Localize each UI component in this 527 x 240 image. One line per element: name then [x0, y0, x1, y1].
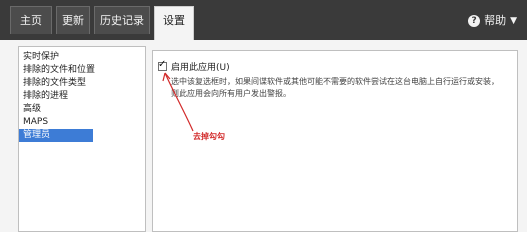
sidebar-item-maps[interactable]: MAPS [19, 116, 145, 129]
sidebar-item-excluded-files-locations[interactable]: 排除的文件和位置 [19, 64, 145, 77]
settings-sidebar: 实时保护 排除的文件和位置 排除的文件类型 排除的进程 高级 MAPS 管理员 [18, 46, 146, 232]
sidebar-item-realtime-protection[interactable]: 实时保护 [19, 51, 145, 64]
tab-updates[interactable]: 更新 [56, 6, 90, 34]
help-label: 帮助 [484, 14, 507, 27]
tab-settings[interactable]: 设置 [154, 6, 194, 40]
help-icon: ? [468, 15, 481, 27]
sidebar-item-administrator[interactable]: 管理员 [19, 129, 93, 142]
chevron-down-icon: ▼ [510, 16, 517, 26]
sidebar-item-excluded-processes[interactable]: 排除的进程 [19, 90, 145, 103]
sidebar-item-advanced[interactable]: 高级 [19, 103, 145, 116]
top-navigation-bar: 主页 更新 历史记录 设置 ? 帮助 ▼ [0, 0, 527, 40]
administrator-panel: 启用此应用(U) 选中该复选框时，如果间谍软件或其他可能不需要的软件尝试在这台电… [152, 50, 518, 232]
settings-content: 实时保护 排除的文件和位置 排除的文件类型 排除的进程 高级 MAPS 管理员 … [0, 40, 527, 232]
annotation-text: 去掉勾勾 [193, 132, 225, 141]
annotation-arrow [162, 72, 194, 132]
tab-history[interactable]: 历史记录 [94, 6, 150, 34]
sidebar-item-excluded-file-types[interactable]: 排除的文件类型 [19, 77, 145, 90]
tab-home[interactable]: 主页 [10, 6, 52, 34]
help-menu[interactable]: ? 帮助 ▼ [468, 13, 517, 29]
